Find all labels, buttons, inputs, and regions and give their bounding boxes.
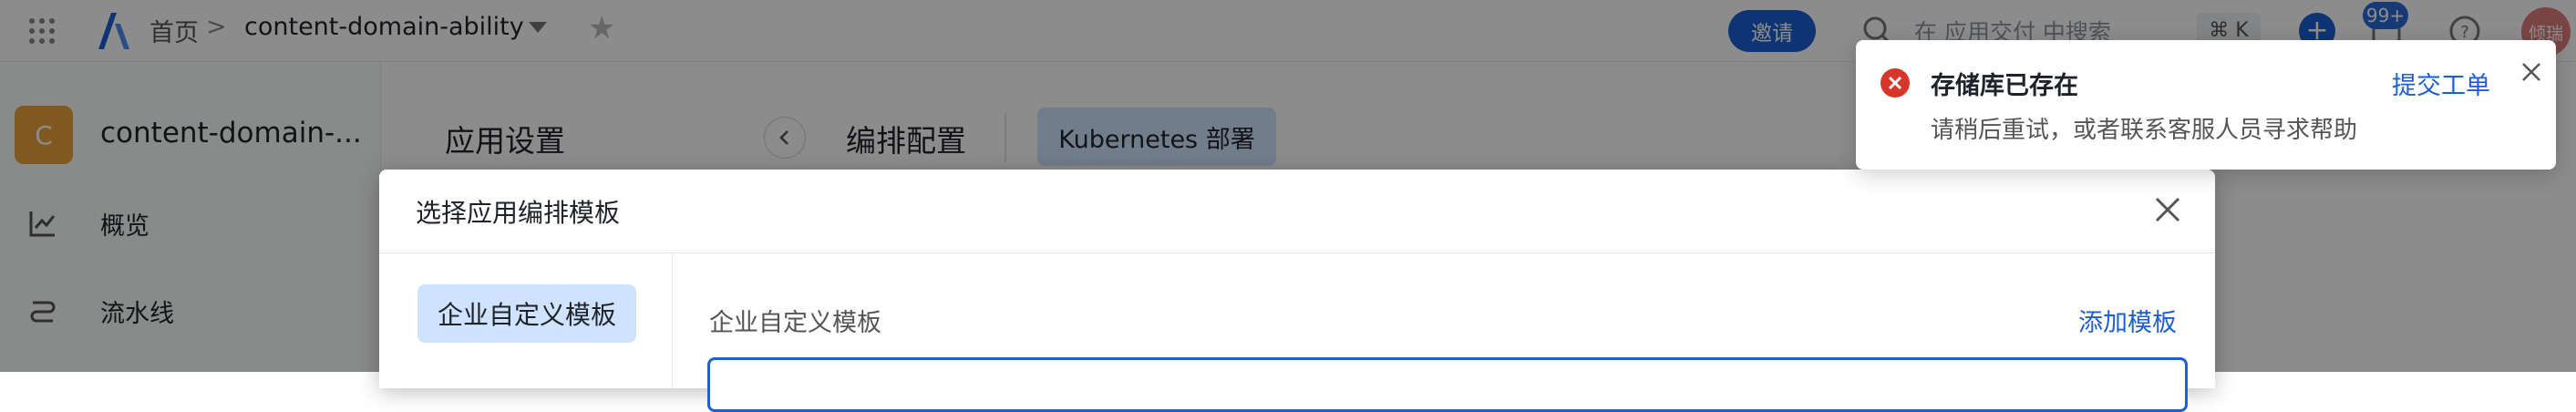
add-template-link[interactable]: 添加模板 [2078, 303, 2177, 338]
toast-title: 存储库已存在 [1931, 72, 2078, 100]
tab-enterprise-templates[interactable]: 企业自定义模板 [417, 284, 636, 343]
submit-ticket-link[interactable]: 提交工单 [2392, 66, 2490, 101]
modal-header: 选择应用编排模板 [379, 170, 2215, 253]
modal-title: 选择应用编排模板 [416, 198, 621, 228]
template-select-modal: 选择应用编排模板 企业自定义模板 企业自定义模板 添加模板 [379, 170, 2215, 412]
error-icon [1880, 68, 1910, 98]
close-icon[interactable] [2149, 191, 2186, 228]
close-icon[interactable] [2518, 58, 2545, 86]
toast-message: 请稍后重试，或者联系客服人员寻求帮助 [1931, 117, 2358, 144]
error-toast: 存储库已存在 请稍后重试，或者联系客服人员寻求帮助 提交工单 [1856, 40, 2556, 170]
section-label: 企业自定义模板 [709, 309, 881, 337]
template-category-list: 企业自定义模板 [379, 253, 673, 388]
template-card[interactable] [707, 357, 2188, 412]
